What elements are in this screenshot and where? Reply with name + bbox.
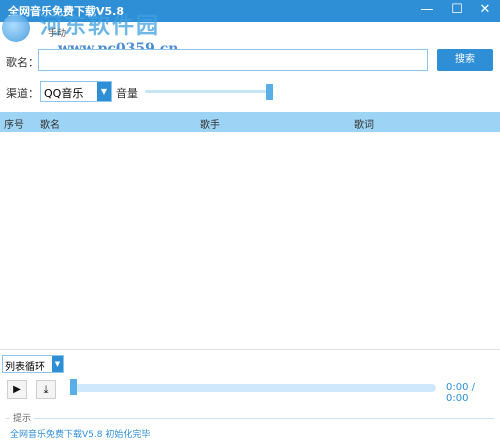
download-icon: ⤓	[43, 383, 49, 396]
chevron-down-icon[interactable]: ▼	[52, 356, 63, 372]
song-table-body[interactable]	[0, 132, 500, 350]
maximize-button[interactable]: ☐	[442, 0, 472, 22]
column-header-lyrics: 歌词	[354, 120, 374, 131]
column-header-index: 序号	[4, 120, 24, 131]
channel-selected-value: QQ音乐	[44, 87, 84, 100]
minimize-button[interactable]: —	[412, 0, 442, 22]
channel-label: 渠道：	[6, 87, 39, 100]
close-button[interactable]: ✕	[470, 0, 500, 22]
app-title: 全网音乐免费下载V5.8	[8, 5, 124, 18]
volume-slider[interactable]	[145, 84, 273, 100]
progress-thumb[interactable]	[70, 379, 77, 395]
column-header-song: 歌名	[40, 120, 60, 131]
status-title: 提示	[10, 411, 35, 424]
channel-select[interactable]: QQ音乐 ▼	[40, 81, 112, 102]
column-header-artist: 歌手	[200, 120, 220, 131]
play-button[interactable]: ▶	[7, 380, 27, 399]
loop-mode-select[interactable]: 列表循环 ▼	[2, 355, 64, 373]
play-icon: ▶	[13, 384, 21, 395]
volume-slider-thumb[interactable]	[266, 84, 273, 100]
playback-progress-bar[interactable]	[72, 384, 436, 392]
status-message: 全网音乐免费下载V5.8 初始化完毕	[10, 430, 151, 440]
mode-hint: 手动	[48, 29, 67, 39]
title-bar: 全网音乐免费下载V5.8 — ☐ ✕	[0, 0, 500, 22]
song-name-label: 歌名：	[6, 56, 39, 69]
song-table-header: 序号 歌名 歌手 歌词	[0, 112, 500, 132]
chevron-down-icon[interactable]: ▼	[97, 82, 111, 101]
song-name-input[interactable]	[38, 49, 428, 71]
download-button[interactable]: ⤓	[36, 380, 56, 399]
loop-mode-value: 列表循环	[5, 362, 45, 373]
volume-label: 音量	[116, 87, 138, 100]
search-button[interactable]: 搜索	[437, 49, 493, 71]
time-display: 0:00 / 0:00	[446, 382, 476, 404]
